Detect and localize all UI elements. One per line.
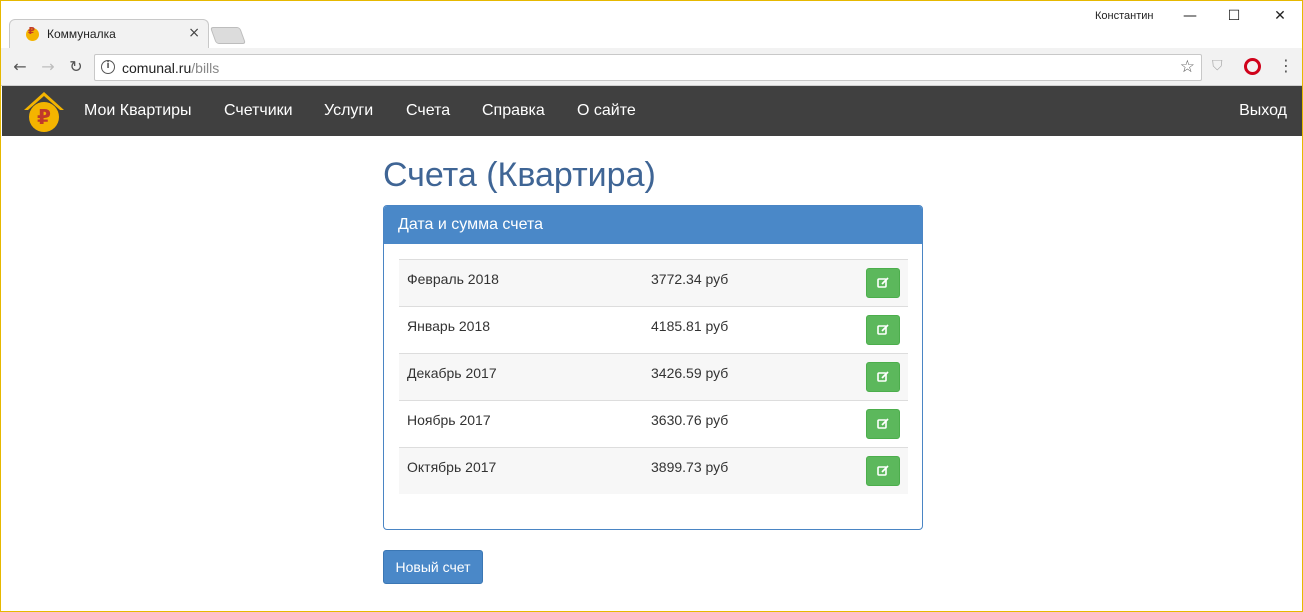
bill-month: Октябрь 2017 xyxy=(407,459,497,475)
nav-about[interactable]: О сайте xyxy=(577,102,636,120)
edit-button[interactable] xyxy=(866,315,900,345)
opera-icon[interactable] xyxy=(1244,58,1261,75)
new-bill-button[interactable]: Новый счет xyxy=(383,550,483,584)
table-row: Январь 2018 4185.81 руб xyxy=(399,306,908,353)
bill-sum: 4185.81 руб xyxy=(651,318,729,334)
url-host: comunal.ru xyxy=(122,60,192,76)
forward-icon[interactable]: → xyxy=(37,56,59,78)
bill-sum: 3899.73 руб xyxy=(651,459,729,475)
url-text[interactable]: comunal.ru/bills xyxy=(122,60,219,76)
bill-sum: 3426.59 руб xyxy=(651,365,729,381)
nav-bills[interactable]: Счета xyxy=(406,102,450,120)
bill-sum: 3630.76 руб xyxy=(651,412,729,428)
bills-table: Февраль 2018 3772.34 руб Январь 2018 418… xyxy=(399,259,908,494)
edit-button[interactable] xyxy=(866,456,900,486)
maximize-icon[interactable]: ☐ xyxy=(1223,5,1245,27)
nav-help[interactable]: Справка xyxy=(482,102,545,120)
table-row: Ноябрь 2017 3630.76 руб xyxy=(399,400,908,447)
edit-icon xyxy=(877,465,889,476)
page-title: Счета (Квартира) xyxy=(383,156,656,194)
bill-month: Февраль 2018 xyxy=(407,271,499,287)
site-navbar: ₽ Мои Квартиры Счетчики Услуги Счета Спр… xyxy=(2,86,1302,136)
profile-name[interactable]: Константин xyxy=(1095,10,1153,22)
edit-icon xyxy=(877,418,889,429)
edit-button[interactable] xyxy=(866,409,900,439)
bills-panel: Дата и сумма счета Февраль 2018 3772.34 … xyxy=(383,205,923,530)
edit-icon xyxy=(877,371,889,382)
site-logo-icon[interactable]: ₽ xyxy=(22,91,66,135)
browser-window: Коммуналка × Константин — ☐ ✕ ← → ↻ i co… xyxy=(0,0,1303,612)
minimize-icon[interactable]: — xyxy=(1179,5,1201,27)
bill-month: Январь 2018 xyxy=(407,318,491,334)
info-icon[interactable]: i xyxy=(101,60,115,74)
address-bar[interactable]: i comunal.ru/bills ☆ xyxy=(94,54,1202,81)
panel-heading: Дата и сумма счета xyxy=(384,206,922,244)
url-path: /bills xyxy=(191,60,220,76)
new-tab-button[interactable] xyxy=(209,27,247,44)
nav-my-apartments[interactable]: Мои Квартиры xyxy=(84,102,192,120)
close-window-icon[interactable]: ✕ xyxy=(1269,5,1291,27)
title-bar: Коммуналка × Константин — ☐ ✕ xyxy=(1,1,1302,49)
shield-icon[interactable]: ⛉ xyxy=(1212,58,1228,76)
svg-text:₽: ₽ xyxy=(37,105,51,129)
favicon-icon xyxy=(26,26,39,41)
nav-meters[interactable]: Счетчики xyxy=(224,102,293,120)
browser-toolbar: ← → ↻ i comunal.ru/bills ☆ ⛉ ⋮ xyxy=(1,48,1302,86)
table-row: Декабрь 2017 3426.59 руб xyxy=(399,353,908,400)
reload-icon[interactable]: ↻ xyxy=(65,56,87,78)
edit-button[interactable] xyxy=(866,362,900,392)
edit-button[interactable] xyxy=(866,268,900,298)
logout-link[interactable]: Выход xyxy=(1239,102,1287,120)
tab-title: Коммуналка xyxy=(47,27,116,41)
bill-sum: 3772.34 руб xyxy=(651,271,729,287)
table-row: Октябрь 2017 3899.73 руб xyxy=(399,447,908,494)
menu-icon[interactable]: ⋮ xyxy=(1278,56,1294,75)
bill-month: Декабрь 2017 xyxy=(407,365,497,381)
tab-close-icon[interactable]: × xyxy=(188,25,200,41)
edit-icon xyxy=(877,324,889,335)
table-row: Февраль 2018 3772.34 руб xyxy=(399,259,908,306)
nav-services[interactable]: Услуги xyxy=(324,102,373,120)
bill-month: Ноябрь 2017 xyxy=(407,412,491,428)
edit-icon xyxy=(877,277,889,288)
browser-tab[interactable]: Коммуналка × xyxy=(9,19,209,49)
star-icon[interactable]: ☆ xyxy=(1180,57,1195,77)
back-icon[interactable]: ← xyxy=(9,56,31,78)
